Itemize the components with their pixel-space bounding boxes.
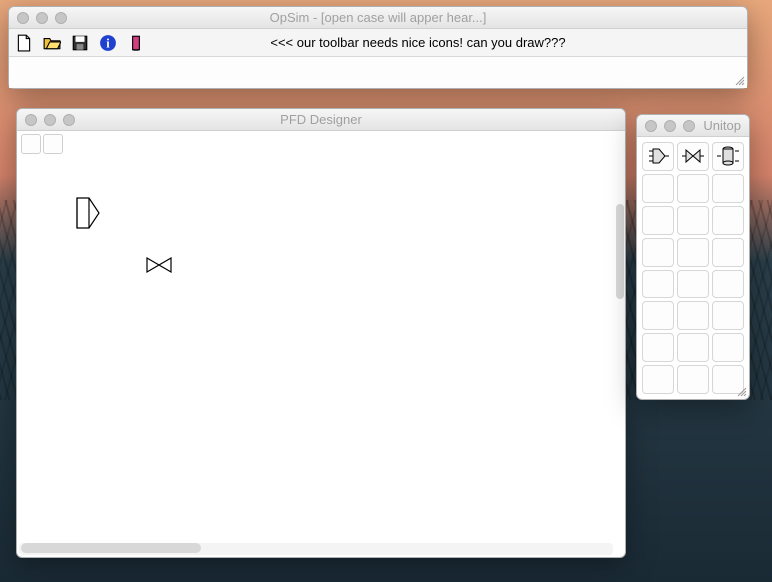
palette-empty[interactable] xyxy=(677,301,709,330)
unitop-window: Unitop xyxy=(636,114,750,400)
palette-valve[interactable] xyxy=(677,142,709,171)
palette-empty[interactable] xyxy=(642,174,674,203)
pfd-titlebar[interactable]: PFD Designer xyxy=(17,109,625,131)
palette-empty[interactable] xyxy=(642,270,674,299)
save-file-icon[interactable] xyxy=(71,34,89,52)
palette-empty[interactable] xyxy=(677,270,709,299)
new-file-icon[interactable] xyxy=(15,34,33,52)
opsim-toolbar: i <<< our toolbar needs nice icons! can … xyxy=(9,29,747,57)
close-button[interactable] xyxy=(17,12,29,24)
palette-mixer[interactable] xyxy=(642,142,674,171)
palette-empty[interactable] xyxy=(642,301,674,330)
horizontal-scrollbar-track[interactable] xyxy=(19,543,613,555)
palette-empty[interactable] xyxy=(677,238,709,267)
valve-shape[interactable] xyxy=(145,256,173,277)
resize-grip-icon[interactable] xyxy=(735,385,747,397)
opsim-content xyxy=(9,57,747,88)
pfd-traffic-lights xyxy=(17,114,75,126)
pfd-canvas[interactable] xyxy=(17,156,625,541)
minimize-button[interactable] xyxy=(44,114,56,126)
zoom-button[interactable] xyxy=(63,114,75,126)
horizontal-scrollbar-thumb[interactable] xyxy=(21,543,201,553)
minimize-button[interactable] xyxy=(664,120,676,132)
opsim-title: OpSim - [open case will apper hear...] xyxy=(9,10,747,25)
unitop-palette xyxy=(637,137,749,399)
palette-empty[interactable] xyxy=(712,238,744,267)
pfd-tool-1[interactable] xyxy=(21,134,41,154)
resize-grip-icon[interactable] xyxy=(733,74,745,86)
palette-empty[interactable] xyxy=(712,174,744,203)
toolbar-message: <<< our toolbar needs nice icons! can yo… xyxy=(155,35,741,50)
info-icon[interactable]: i xyxy=(99,34,117,52)
unitop-traffic-lights xyxy=(637,120,695,132)
zoom-button[interactable] xyxy=(683,120,695,132)
svg-text:i: i xyxy=(106,36,110,50)
palette-column[interactable] xyxy=(712,142,744,171)
open-file-icon[interactable] xyxy=(43,34,61,52)
opsim-window: OpSim - [open case will apper hear...] i… xyxy=(8,6,748,89)
minimize-button[interactable] xyxy=(36,12,48,24)
palette-empty[interactable] xyxy=(712,270,744,299)
pfd-title: PFD Designer xyxy=(17,112,625,127)
mixer-shape[interactable] xyxy=(75,196,101,233)
palette-empty[interactable] xyxy=(642,333,674,362)
palette-empty[interactable] xyxy=(642,365,674,394)
close-button[interactable] xyxy=(645,120,657,132)
palette-empty[interactable] xyxy=(712,206,744,235)
palette-empty[interactable] xyxy=(642,238,674,267)
opsim-traffic-lights xyxy=(9,12,67,24)
unitop-titlebar[interactable]: Unitop xyxy=(637,115,749,137)
palette-empty[interactable] xyxy=(677,174,709,203)
palette-empty[interactable] xyxy=(677,333,709,362)
opsim-titlebar[interactable]: OpSim - [open case will apper hear...] xyxy=(9,7,747,29)
palette-empty[interactable] xyxy=(712,333,744,362)
pfd-designer-window: PFD Designer xyxy=(16,108,626,558)
vertical-scrollbar[interactable] xyxy=(616,204,624,299)
close-button[interactable] xyxy=(25,114,37,126)
exit-icon[interactable] xyxy=(127,34,145,52)
palette-empty[interactable] xyxy=(677,365,709,394)
palette-empty[interactable] xyxy=(642,206,674,235)
palette-empty[interactable] xyxy=(712,301,744,330)
palette-empty[interactable] xyxy=(677,206,709,235)
pfd-tool-2[interactable] xyxy=(43,134,63,154)
pfd-toolbar xyxy=(17,131,625,156)
zoom-button[interactable] xyxy=(55,12,67,24)
